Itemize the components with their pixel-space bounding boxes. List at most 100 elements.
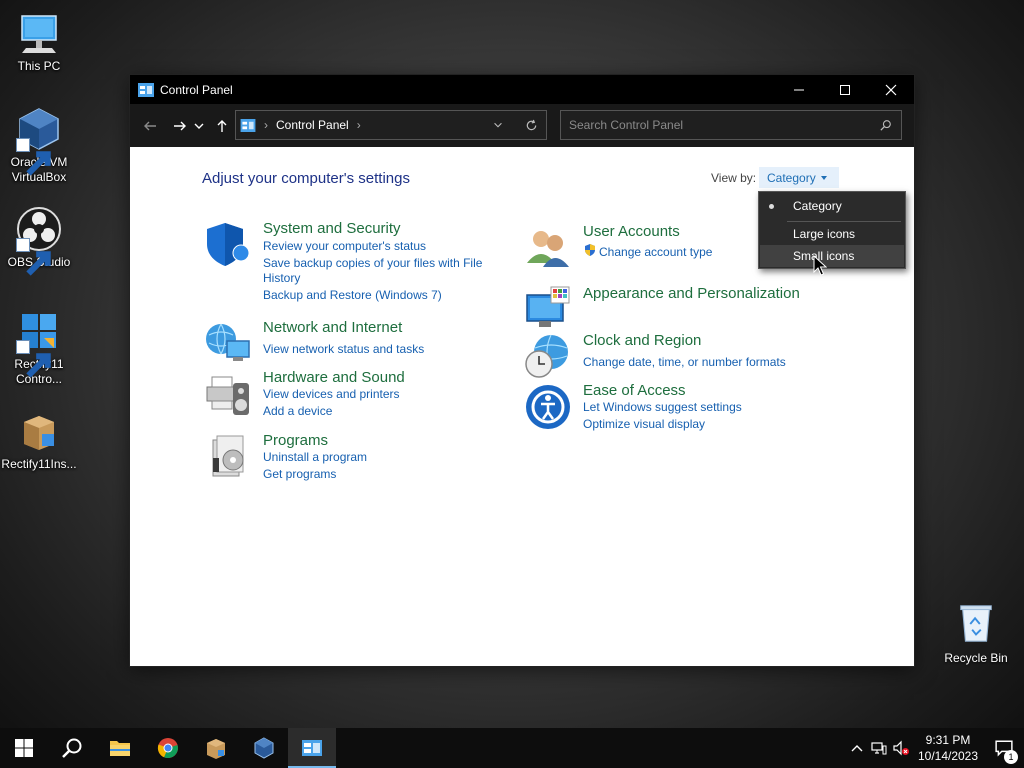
- link-save-backup[interactable]: Save backup copies of your files with Fi…: [263, 256, 482, 271]
- menu-item-category[interactable]: Category: [760, 195, 904, 217]
- category-system-and-security: System and Security Review your computer…: [203, 220, 493, 310]
- link-backup-restore[interactable]: Backup and Restore (Windows 7): [263, 288, 442, 303]
- network-tray-button[interactable]: [868, 728, 890, 768]
- desktop-icon-label: This PC: [17, 59, 61, 73]
- desktop-icon-rectify11-control[interactable]: Rectify11 Contro...: [0, 308, 78, 387]
- link-uninstall-program[interactable]: Uninstall a program: [263, 450, 367, 465]
- address-bar[interactable]: › Control Panel ›: [235, 110, 547, 140]
- shortcut-arrow-icon: [16, 340, 51, 378]
- view-by-dropdown[interactable]: Category: [759, 167, 839, 188]
- close-button[interactable]: [868, 75, 914, 104]
- chrome-icon: [157, 738, 178, 759]
- category-programs: Programs Uninstall a program Get program…: [203, 432, 493, 482]
- installer-box-icon: [207, 739, 225, 759]
- back-button[interactable]: [138, 114, 162, 138]
- clock-date: 10/14/2023: [917, 749, 979, 763]
- start-button[interactable]: [0, 728, 48, 768]
- view-by-menu: Category Large icons Small icons: [758, 191, 906, 269]
- virtualbox-taskbar-button[interactable]: [240, 728, 288, 768]
- shortcut-arrow-icon: [16, 138, 51, 176]
- shortcut-arrow-icon: [16, 238, 51, 276]
- installer-box-icon: [16, 408, 62, 454]
- mouse-cursor-icon: [813, 255, 827, 276]
- installer-taskbar-button[interactable]: [192, 728, 240, 768]
- breadcrumb-separator-icon: ›: [264, 118, 268, 132]
- category-title[interactable]: System and Security: [263, 220, 401, 237]
- up-button[interactable]: [210, 114, 234, 138]
- category-user-accounts: User Accounts Change account type: [523, 223, 783, 268]
- title-bar[interactable]: Control Panel: [130, 75, 914, 104]
- address-dropdown-icon[interactable]: [492, 119, 504, 131]
- link-review-status[interactable]: Review your computer's status: [263, 239, 426, 254]
- desktop-icon-this-pc[interactable]: This PC: [0, 10, 78, 74]
- control-panel-icon: [302, 740, 322, 756]
- shield-icon: [203, 220, 253, 270]
- category-appearance-personalization: Appearance and Personalization: [523, 285, 813, 330]
- category-title[interactable]: User Accounts: [583, 223, 680, 240]
- refresh-icon[interactable]: [525, 119, 538, 132]
- appearance-monitor-icon: [523, 285, 573, 335]
- dropdown-caret-icon: [820, 175, 827, 180]
- search-input[interactable]: Search Control Panel: [569, 118, 683, 132]
- desktop-icon-obs[interactable]: OBS Studio: [0, 206, 78, 276]
- selected-bullet-icon: [769, 204, 774, 209]
- category-title[interactable]: Network and Internet: [263, 319, 402, 336]
- window-title: Control Panel: [160, 82, 233, 97]
- forward-button[interactable]: [168, 114, 192, 138]
- menu-item-small-icons[interactable]: Small icons: [760, 245, 904, 267]
- recent-locations-button[interactable]: [192, 114, 206, 138]
- menu-item-label: Large icons: [793, 227, 856, 241]
- obs-icon: [16, 206, 62, 276]
- category-title[interactable]: Clock and Region: [583, 332, 701, 349]
- link-add-device[interactable]: Add a device: [263, 404, 332, 419]
- search-box[interactable]: Search Control Panel: [560, 110, 902, 140]
- clock[interactable]: 9:31 PM 10/14/2023: [912, 732, 984, 764]
- back-arrow-icon: [144, 121, 156, 130]
- minimize-button[interactable]: [776, 75, 822, 104]
- category-title[interactable]: Ease of Access: [583, 382, 686, 399]
- volume-muted-icon: [893, 740, 909, 756]
- rectify11-control-icon: [16, 308, 62, 378]
- forward-arrow-icon: [174, 121, 186, 130]
- show-hidden-icons-button[interactable]: [846, 728, 868, 768]
- breadcrumb-separator-icon: ›: [356, 118, 361, 132]
- virtualbox-icon: [254, 737, 274, 759]
- category-title[interactable]: Appearance and Personalization: [583, 285, 800, 302]
- link-view-network-status[interactable]: View network status and tasks: [263, 342, 424, 357]
- file-explorer-button[interactable]: [96, 728, 144, 768]
- link-save-backup-history[interactable]: History: [263, 271, 300, 286]
- desktop-icon-rectify11-installer[interactable]: Rectify11Ins...: [0, 408, 78, 472]
- network-icon: [871, 742, 887, 755]
- control-panel-taskbar-button[interactable]: [288, 728, 336, 768]
- menu-separator: [787, 221, 901, 222]
- desktop-icon-recycle-bin[interactable]: Recycle Bin: [940, 601, 1012, 665]
- link-change-date-time[interactable]: Change date, time, or number formats: [583, 355, 786, 370]
- notifications-button[interactable]: 1: [984, 728, 1024, 768]
- printer-icon: [203, 369, 253, 419]
- search-taskbar-button[interactable]: [48, 728, 96, 768]
- search-icon[interactable]: [880, 119, 892, 131]
- menu-item-large-icons[interactable]: Large icons: [760, 223, 904, 245]
- desktop-icon-label: Rectify11Ins...: [1, 457, 77, 471]
- category-title[interactable]: Programs: [263, 432, 328, 449]
- notification-count-badge: 1: [1004, 750, 1018, 764]
- breadcrumb-control-panel[interactable]: Control Panel: [276, 118, 349, 132]
- ease-of-access-icon: [523, 382, 573, 432]
- category-hardware-and-sound: Hardware and Sound View devices and prin…: [203, 369, 493, 419]
- virtualbox-icon: [16, 106, 62, 176]
- desktop-icon-virtualbox[interactable]: Oracle VM VirtualBox: [0, 106, 78, 185]
- folder-icon: [110, 741, 130, 756]
- maximize-button[interactable]: [822, 75, 868, 104]
- link-get-programs[interactable]: Get programs: [263, 467, 336, 482]
- link-optimize-visual-display[interactable]: Optimize visual display: [583, 417, 705, 432]
- volume-tray-button[interactable]: [890, 728, 912, 768]
- uac-shield-icon: [585, 244, 595, 256]
- control-panel-icon: [138, 82, 154, 97]
- close-icon: [885, 84, 897, 95]
- link-let-windows-suggest[interactable]: Let Windows suggest settings: [583, 400, 742, 415]
- chrome-button[interactable]: [144, 728, 192, 768]
- link-view-devices-printers[interactable]: View devices and printers: [263, 387, 400, 402]
- category-clock-and-region: Clock and Region Change date, time, or n…: [523, 332, 813, 378]
- link-change-account-type[interactable]: Change account type: [599, 245, 712, 260]
- category-title[interactable]: Hardware and Sound: [263, 369, 405, 386]
